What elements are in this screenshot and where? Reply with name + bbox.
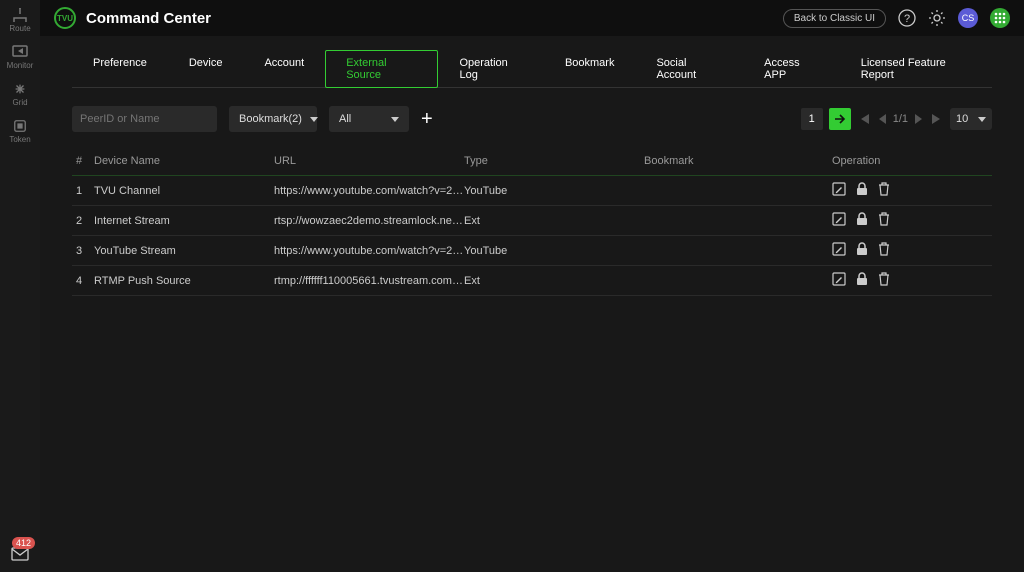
- sidebar-item-label: Monitor: [7, 61, 34, 70]
- go-button[interactable]: [829, 108, 851, 130]
- col-name: Device Name: [94, 155, 274, 167]
- page-input[interactable]: 1: [801, 108, 823, 130]
- sidebar-item-label: Token: [9, 135, 30, 144]
- gear-icon[interactable]: [928, 9, 946, 27]
- search-input[interactable]: [80, 113, 222, 125]
- cell-name: TVU Channel: [94, 185, 274, 197]
- table: # Device Name URL Type Bookmark Operatio…: [72, 146, 992, 296]
- lock-icon[interactable]: [856, 272, 868, 289]
- help-icon[interactable]: ?: [898, 9, 916, 27]
- svg-text:?: ?: [904, 13, 910, 25]
- main: TVU Command Center Back to Classic UI ? …: [40, 0, 1024, 572]
- cell-name: RTMP Push Source: [94, 275, 274, 287]
- cell-num: 4: [76, 275, 94, 287]
- search-box: [72, 106, 217, 132]
- apps-icon[interactable]: [990, 8, 1010, 28]
- per-page-select[interactable]: 10: [950, 108, 992, 130]
- table-row: 2Internet Streamrtsp://wowzaec2demo.stre…: [72, 206, 992, 236]
- sidebar-item-grid[interactable]: Grid: [12, 82, 28, 107]
- col-url: URL: [274, 155, 464, 167]
- sidebar-item-monitor[interactable]: Monitor: [7, 45, 34, 70]
- cell-num: 1: [76, 185, 94, 197]
- prev-page-icon[interactable]: [877, 113, 887, 125]
- col-operation: Operation: [832, 155, 988, 167]
- sidebar-item-label: Grid: [12, 98, 27, 107]
- arrow-go-icon: [834, 114, 846, 124]
- tab-device[interactable]: Device: [168, 50, 244, 88]
- type-select[interactable]: All: [329, 106, 409, 132]
- monitor-icon: [12, 45, 28, 59]
- chevron-down-icon: [391, 117, 399, 122]
- tab-licensed-feature-report[interactable]: Licensed Feature Report: [840, 50, 992, 88]
- tab-operation-log[interactable]: Operation Log: [438, 50, 543, 88]
- token-icon: [12, 119, 28, 133]
- delete-icon[interactable]: [878, 242, 890, 259]
- tab-bookmark[interactable]: Bookmark: [544, 50, 636, 88]
- sidebar-item-token[interactable]: Token: [9, 119, 30, 144]
- pagination: 1 1/1 10: [801, 108, 992, 130]
- add-button[interactable]: +: [421, 109, 433, 129]
- page-count: 1/1: [893, 113, 908, 125]
- grid-icon: [12, 82, 28, 96]
- cell-type: Ext: [464, 215, 644, 227]
- left-rail: Route Monitor Grid Token 412: [0, 0, 40, 572]
- cell-url: https://www.youtube.com/watch?v=2v9AiqGc…: [274, 245, 464, 257]
- cell-operation: [832, 272, 988, 289]
- cell-operation: [832, 182, 988, 199]
- table-row: 4RTMP Push Sourcertmp://ffffff110005661.…: [72, 266, 992, 296]
- next-page-icon[interactable]: [914, 113, 924, 125]
- sidebar-item-label: Route: [9, 24, 30, 33]
- table-row: 3YouTube Streamhttps://www.youtube.com/w…: [72, 236, 992, 266]
- delete-icon[interactable]: [878, 272, 890, 289]
- tab-external-source[interactable]: External Source: [325, 50, 438, 88]
- logo: TVU: [54, 7, 76, 29]
- page-title: Command Center: [86, 10, 211, 27]
- mail-badge: 412: [12, 537, 35, 549]
- edit-icon[interactable]: [832, 242, 846, 259]
- col-num: #: [76, 155, 94, 167]
- cell-num: 3: [76, 245, 94, 257]
- cell-name: YouTube Stream: [94, 245, 274, 257]
- table-header: # Device Name URL Type Bookmark Operatio…: [72, 146, 992, 176]
- lock-icon[interactable]: [856, 242, 868, 259]
- topbar: TVU Command Center Back to Classic UI ? …: [40, 0, 1024, 36]
- route-icon: [12, 8, 28, 22]
- col-bookmark: Bookmark: [644, 155, 832, 167]
- delete-icon[interactable]: [878, 182, 890, 199]
- first-page-icon[interactable]: [857, 113, 871, 125]
- cell-num: 2: [76, 215, 94, 227]
- chevron-down-icon: [310, 117, 318, 122]
- edit-icon[interactable]: [832, 182, 846, 199]
- tab-preference[interactable]: Preference: [72, 50, 168, 88]
- delete-icon[interactable]: [878, 212, 890, 229]
- table-row: 1TVU Channelhttps://www.youtube.com/watc…: [72, 176, 992, 206]
- bookmark-select[interactable]: Bookmark(2): [229, 106, 317, 132]
- mail-button[interactable]: 412: [0, 547, 40, 564]
- tab-access-app[interactable]: Access APP: [743, 50, 840, 88]
- cell-operation: [832, 212, 988, 229]
- cell-type: YouTube: [464, 185, 644, 197]
- cell-name: Internet Stream: [94, 215, 274, 227]
- mail-icon: [11, 547, 29, 561]
- avatar[interactable]: CS: [958, 8, 978, 28]
- cell-type: YouTube: [464, 245, 644, 257]
- chevron-down-icon: [978, 117, 986, 122]
- filter-row: Bookmark(2) All + 1 1/1: [72, 106, 992, 132]
- cell-url: https://www.youtube.com/watch?v=2v9AiqGc…: [274, 185, 464, 197]
- cell-url: rtmp://ffffff110005661.tvustream.com:610…: [274, 275, 464, 287]
- lock-icon[interactable]: [856, 212, 868, 229]
- edit-icon[interactable]: [832, 212, 846, 229]
- cell-type: Ext: [464, 275, 644, 287]
- cell-url: rtsp://wowzaec2demo.streamlock.net/vod/m…: [274, 215, 464, 227]
- col-type: Type: [464, 155, 644, 167]
- tab-social-account[interactable]: Social Account: [635, 50, 743, 88]
- tab-account[interactable]: Account: [243, 50, 325, 88]
- lock-icon[interactable]: [856, 182, 868, 199]
- last-page-icon[interactable]: [930, 113, 944, 125]
- tabs: PreferenceDeviceAccountExternal SourceOp…: [72, 50, 992, 88]
- sidebar-item-route[interactable]: Route: [9, 8, 30, 33]
- edit-icon[interactable]: [832, 272, 846, 289]
- cell-operation: [832, 242, 988, 259]
- back-to-classic-button[interactable]: Back to Classic UI: [783, 9, 886, 28]
